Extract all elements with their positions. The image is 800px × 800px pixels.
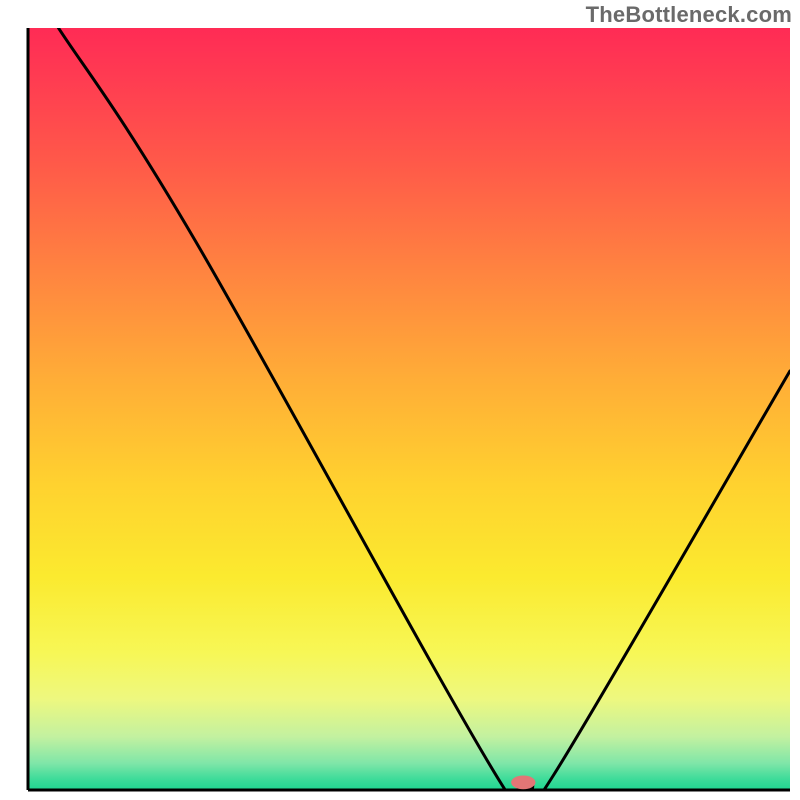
gradient-background xyxy=(28,28,790,790)
chart-svg xyxy=(0,0,800,800)
watermark-text: TheBottleneck.com xyxy=(586,2,792,28)
optimal-marker xyxy=(511,776,535,790)
bottleneck-chart: TheBottleneck.com xyxy=(0,0,800,800)
